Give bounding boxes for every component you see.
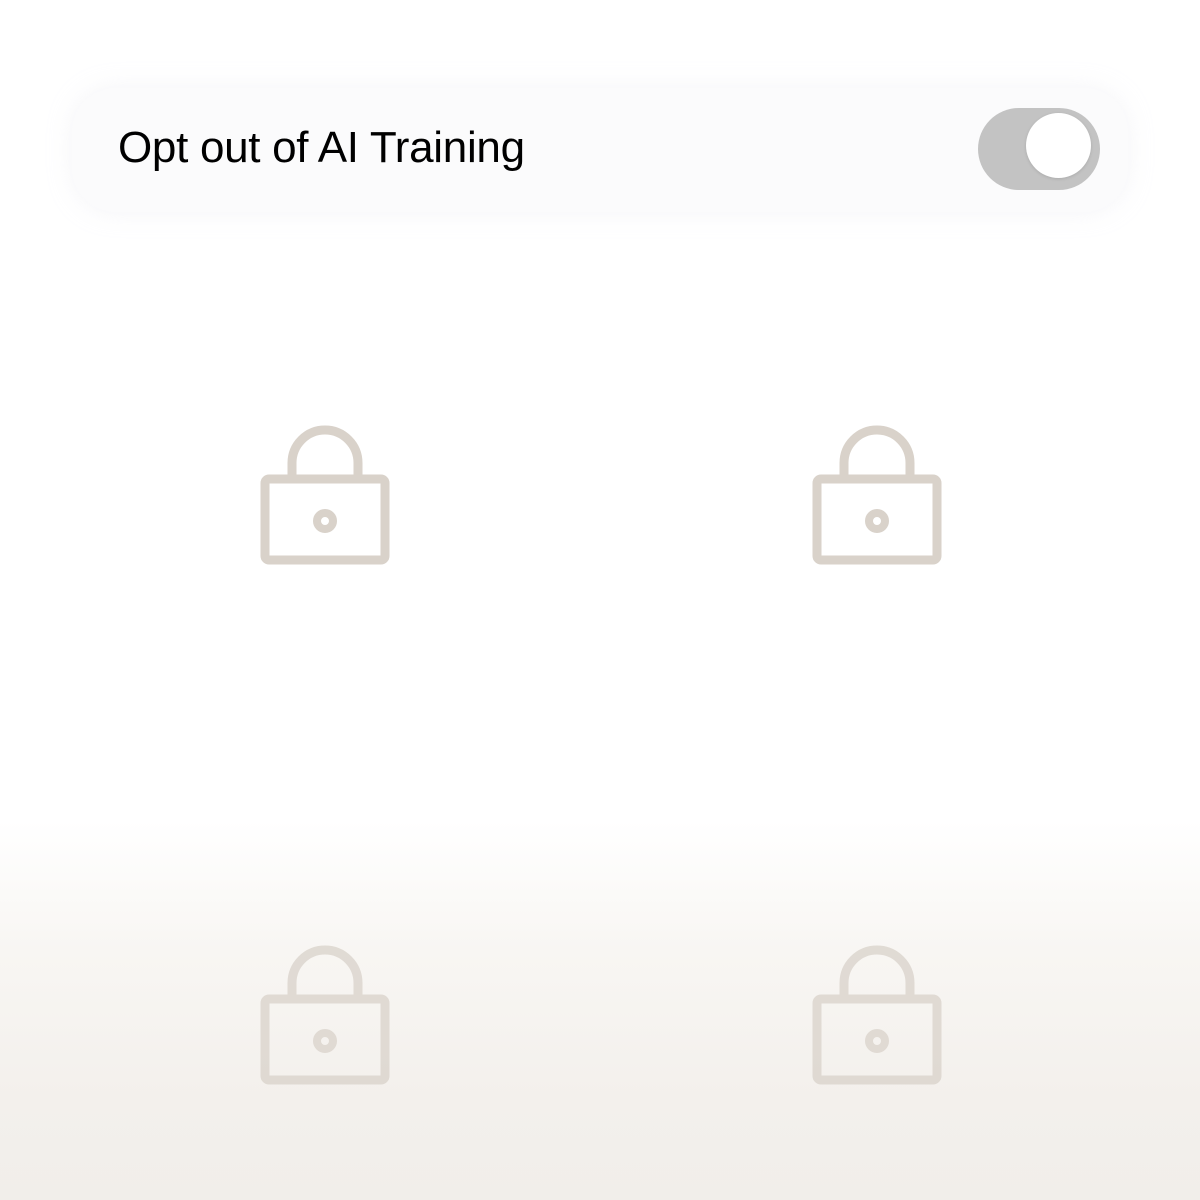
lock-icon (807, 935, 947, 1095)
lock-icon (255, 935, 395, 1095)
ai-training-setting-row: Opt out of AI Training (72, 88, 1128, 212)
toggle-knob (1026, 113, 1091, 178)
lock-icon (807, 415, 947, 575)
setting-label: Opt out of AI Training (118, 123, 525, 172)
lock-icon (255, 415, 395, 575)
opt-out-toggle[interactable] (978, 108, 1100, 190)
